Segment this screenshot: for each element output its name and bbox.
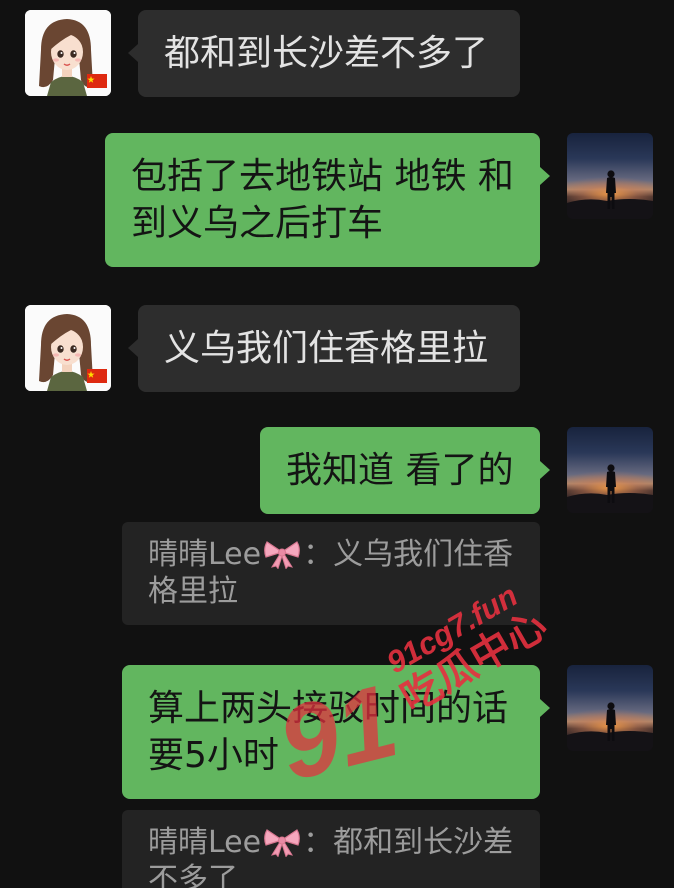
message-text-line: 要5小时 xyxy=(148,735,279,776)
bubble-tail xyxy=(540,167,550,185)
bow-icon xyxy=(264,829,300,857)
sunset-silhouette-icon xyxy=(567,702,653,751)
quote-colon: ： xyxy=(303,537,334,572)
quote-text: 格里拉 xyxy=(148,574,238,609)
message-text-line: 我知道 看了的 xyxy=(286,450,514,491)
bubble-tail xyxy=(128,339,138,357)
quote-line: 晴晴Lee ：都和到长沙差 xyxy=(148,824,514,861)
contact-avatar[interactable] xyxy=(25,305,111,391)
quote-colon: ： xyxy=(303,825,334,860)
bubble-tail xyxy=(540,461,550,479)
cartoon-girl-avatar-icon xyxy=(25,10,111,96)
sunset-silhouette-icon xyxy=(567,170,653,219)
quote-text: 都和到长沙差 xyxy=(333,825,514,860)
quote-sender-name: 晴晴Lee xyxy=(148,537,262,572)
message-text-line: 义乌我们住香格里拉 xyxy=(164,328,489,369)
contact-avatar[interactable] xyxy=(25,10,111,96)
message-text-line: 包括了去地铁站 地铁 和 xyxy=(131,156,514,197)
self-avatar[interactable] xyxy=(567,427,653,513)
quote-line: 晴晴Lee ：义乌我们住香 xyxy=(148,536,514,573)
bubble-tail xyxy=(540,699,550,717)
quote-text: 不多了 xyxy=(148,862,238,888)
quoted-reply[interactable]: 晴晴Lee ：都和到长沙差 不多了 xyxy=(122,810,540,888)
message-text-line: 都和到长沙差不多了 xyxy=(164,33,489,74)
quoted-reply[interactable]: 晴晴Lee ：义乌我们住香 格里拉 xyxy=(122,522,540,625)
quote-sender-name: 晴晴Lee xyxy=(148,825,262,860)
message-text-line: 到义乌之后打车 xyxy=(131,203,384,244)
self-avatar[interactable] xyxy=(567,133,653,219)
cartoon-girl-avatar-icon xyxy=(25,305,111,391)
message-bubble-outgoing[interactable]: 我知道 看了的 xyxy=(260,427,550,514)
message-bubble-incoming[interactable]: 都和到长沙差不多了 xyxy=(128,10,520,97)
bow-icon xyxy=(264,541,300,569)
quote-text: 义乌我们住香 xyxy=(333,537,514,572)
message-bubble-incoming[interactable]: 义乌我们住香格里拉 xyxy=(128,305,520,392)
message-bubble-outgoing[interactable]: 包括了去地铁站 地铁 和 到义乌之后打车 xyxy=(105,133,550,267)
sunset-silhouette-icon xyxy=(567,464,653,513)
bubble-tail xyxy=(128,44,138,62)
message-bubble-outgoing[interactable]: 算上两头接驳时间的话 要5小时 xyxy=(122,665,550,799)
message-text-line: 算上两头接驳时间的话 xyxy=(148,688,509,729)
self-avatar[interactable] xyxy=(567,665,653,751)
